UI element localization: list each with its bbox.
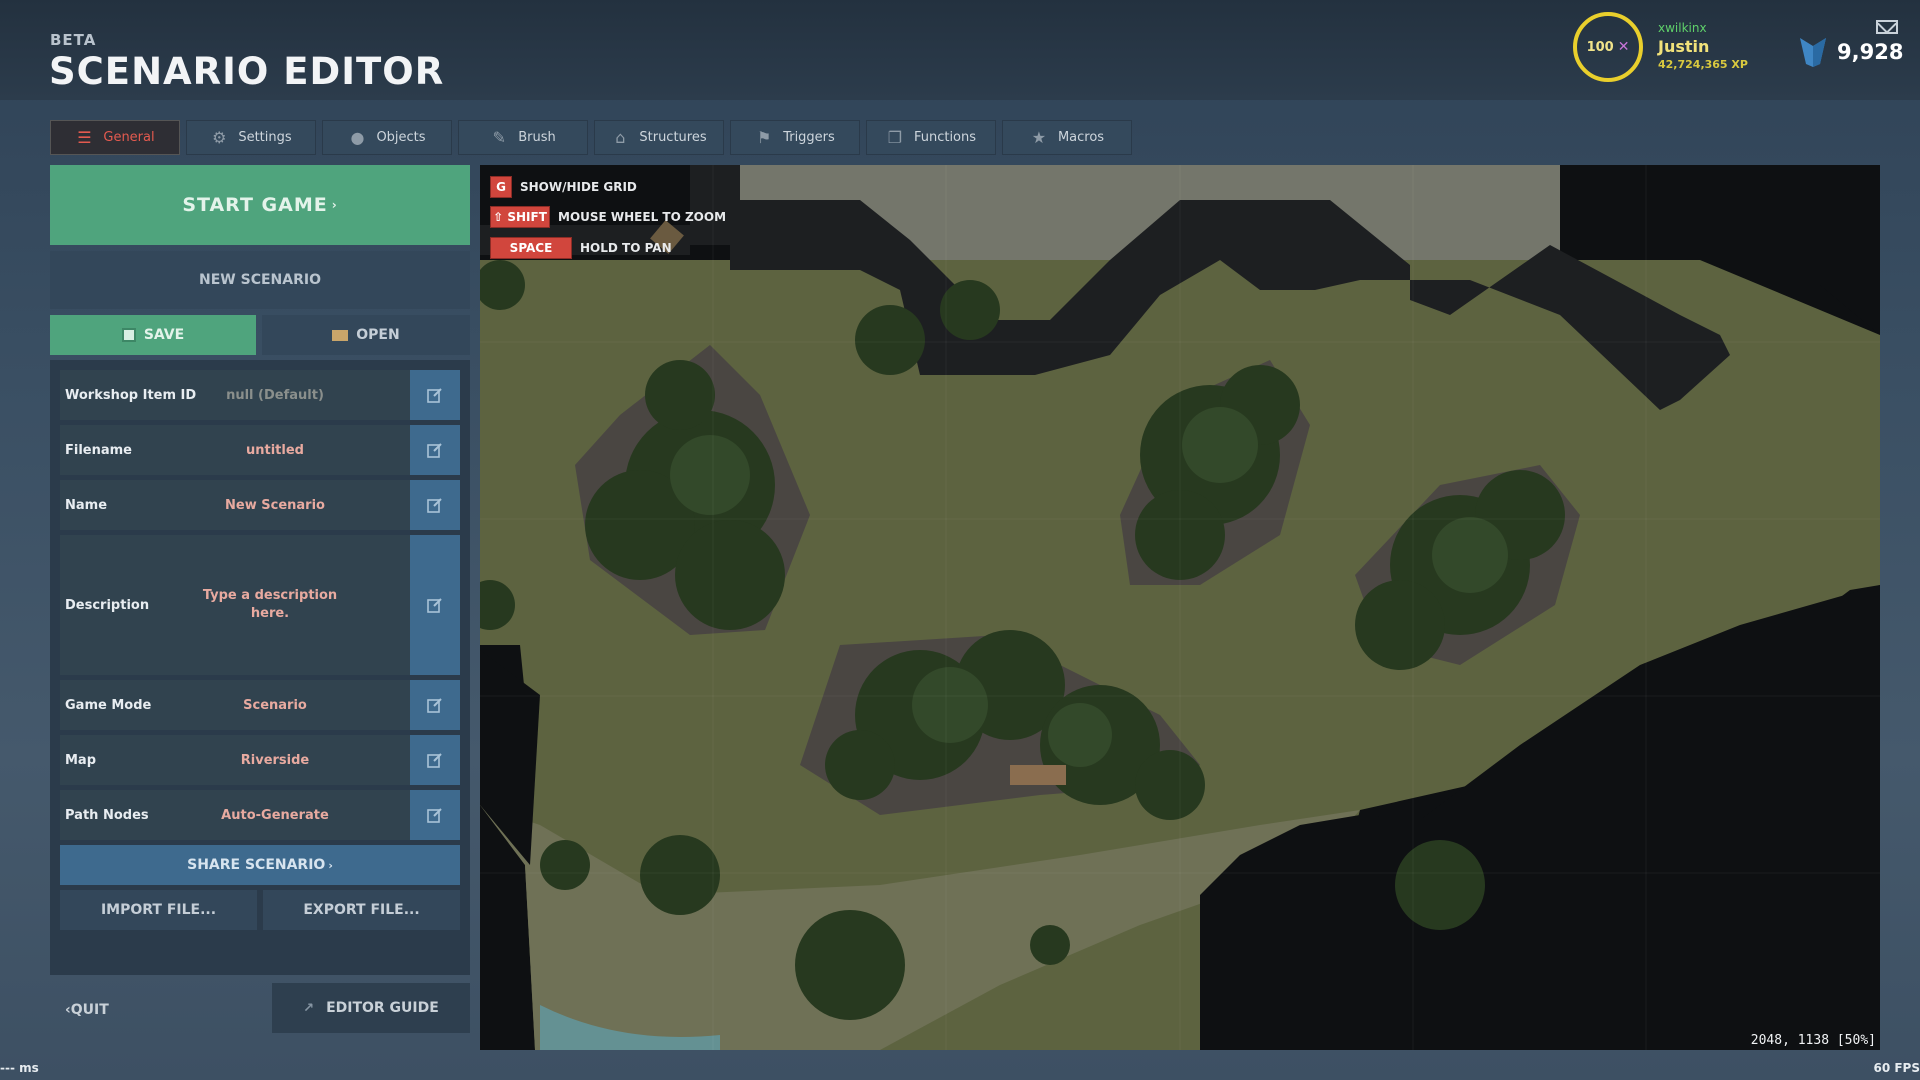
quit-label: QUIT (70, 1002, 109, 1018)
player-name[interactable]: Justin (1658, 37, 1709, 56)
external-link-icon: ↗ (303, 1000, 315, 1016)
tab-brush[interactable]: ✎ Brush (458, 120, 588, 155)
property-value: Auto-Generate (221, 807, 329, 823)
tab-objects[interactable]: ● Objects (322, 120, 452, 155)
save-label: SAVE (143, 327, 185, 343)
editor-tabs: ☰ General ⚙ Settings ● Objects ✎ Brush ⌂… (50, 120, 1132, 155)
edit-icon[interactable] (410, 480, 460, 530)
property-label: Name (65, 497, 108, 513)
property-description: Description Type a description here. (60, 535, 460, 675)
player-xp: 42,724,365 XP (1658, 58, 1748, 71)
cursor-coordinates: 2048, 1138 [50%] (1750, 1033, 1876, 1048)
brush-icon: ✎ (492, 128, 506, 147)
tab-functions[interactable]: ❐ Functions (866, 120, 996, 155)
gear-icon: ⚙ (212, 128, 227, 147)
hint-text: HOLD TO PAN (580, 241, 672, 255)
fps-readout: 60 FPS (1873, 1061, 1920, 1075)
tab-label: Objects (376, 130, 426, 145)
edit-icon[interactable] (410, 735, 460, 785)
property-label: Map (65, 752, 97, 768)
property-value: New Scenario (225, 497, 325, 513)
map-terrain (480, 165, 1880, 1050)
editor-guide-button[interactable]: ↗ EDITOR GUIDE (272, 983, 470, 1033)
tab-structures[interactable]: ⌂ Structures (594, 120, 724, 155)
map-canvas[interactable]: G SHOW/HIDE GRID ⇧ SHIFT MOUSE WHEEL TO … (480, 165, 1880, 1050)
import-file-button[interactable]: IMPORT FILE... (60, 890, 257, 930)
page-title: SCENARIO EDITOR (49, 50, 445, 93)
property-value: Scenario (243, 697, 307, 713)
tab-label: Functions (913, 130, 977, 145)
share-scenario-button[interactable]: SHARE SCENARIO › (60, 845, 460, 885)
chevron-right-icon: › (331, 198, 338, 212)
export-file-button[interactable]: EXPORT FILE... (263, 890, 460, 930)
new-scenario-button[interactable]: NEW SCENARIO (50, 251, 470, 309)
edit-icon[interactable] (410, 790, 460, 840)
tab-label: Structures (639, 130, 707, 145)
tab-settings[interactable]: ⚙ Settings (186, 120, 316, 155)
ping-readout: --- ms (0, 1061, 39, 1075)
hint-show-hide-grid: G SHOW/HIDE GRID (490, 176, 637, 198)
property-label: Filename (65, 442, 132, 458)
key-shift: ⇧ SHIFT (490, 206, 550, 228)
open-label: OPEN (356, 327, 400, 343)
property-path-nodes: Path Nodes Auto-Generate (60, 790, 460, 840)
share-label: SHARE SCENARIO (187, 857, 326, 873)
property-map: Map Riverside (60, 735, 460, 785)
tab-triggers[interactable]: ⚑ Triggers (730, 120, 860, 155)
save-button[interactable]: SAVE (50, 315, 256, 355)
edit-icon[interactable] (410, 535, 460, 675)
player-level-badge: 100 ✕ (1573, 12, 1643, 82)
floppy-icon (121, 328, 136, 342)
tab-general[interactable]: ☰ General (50, 120, 180, 155)
chevron-right-icon: › (328, 858, 333, 872)
key-g: G (490, 176, 512, 198)
edit-icon[interactable] (410, 370, 460, 420)
start-game-label: START GAME (182, 194, 328, 216)
quit-button[interactable]: ‹QUIT (65, 1002, 109, 1018)
mail-icon[interactable] (1876, 20, 1898, 34)
folder-icon (332, 329, 349, 341)
house-icon: ⌂ (615, 128, 626, 147)
open-button[interactable]: OPEN (262, 315, 470, 355)
edit-icon[interactable] (410, 680, 460, 730)
property-value: null (Default) (226, 387, 324, 403)
player-clan[interactable]: xwilkinx (1658, 21, 1707, 35)
editor-guide-label: EDITOR GUIDE (326, 1000, 439, 1016)
gem-icon (1800, 38, 1826, 67)
menu-icon: ☰ (77, 128, 92, 147)
tab-macros[interactable]: ★ Macros (1002, 120, 1132, 155)
property-value: Riverside (240, 752, 310, 768)
property-label: Path Nodes (65, 807, 149, 823)
property-workshop-item-id: Workshop Item ID null (Default) (60, 370, 460, 420)
property-filename: Filename untitled (60, 425, 460, 475)
star-icon: ★ (1031, 128, 1047, 147)
property-label: Description (65, 597, 150, 613)
tab-label: Macros (1057, 130, 1105, 145)
currency-amount: 9,928 (1837, 40, 1904, 64)
hint-mouse-wheel-zoom: ⇧ SHIFT MOUSE WHEEL TO ZOOM (490, 206, 726, 228)
tab-label: Settings (238, 130, 292, 145)
edit-icon[interactable] (410, 425, 460, 475)
key-space: SPACE (490, 237, 572, 259)
property-value: Type a description here. (202, 588, 338, 621)
hint-text: MOUSE WHEEL TO ZOOM (558, 210, 727, 224)
property-name: Name New Scenario (60, 480, 460, 530)
flag-icon: ⚑ (757, 128, 772, 147)
hint-text: SHOW/HIDE GRID (520, 180, 637, 194)
beta-label: BETA (50, 31, 97, 49)
copy-icon: ❐ (887, 128, 903, 147)
tab-label: Triggers (783, 130, 835, 145)
x-icon: ✕ (1617, 39, 1630, 55)
property-label: Workshop Item ID (65, 387, 197, 403)
tab-label: General (103, 130, 155, 145)
property-game-mode: Game Mode Scenario (60, 680, 460, 730)
tab-label: Brush (518, 130, 556, 145)
object-icon: ● (350, 128, 365, 147)
property-label: Game Mode (65, 697, 152, 713)
hint-hold-to-pan: SPACE HOLD TO PAN (490, 237, 672, 259)
player-level: 100 (1586, 39, 1614, 55)
start-game-button[interactable]: START GAME › (50, 165, 470, 245)
property-value: untitled (246, 442, 304, 458)
